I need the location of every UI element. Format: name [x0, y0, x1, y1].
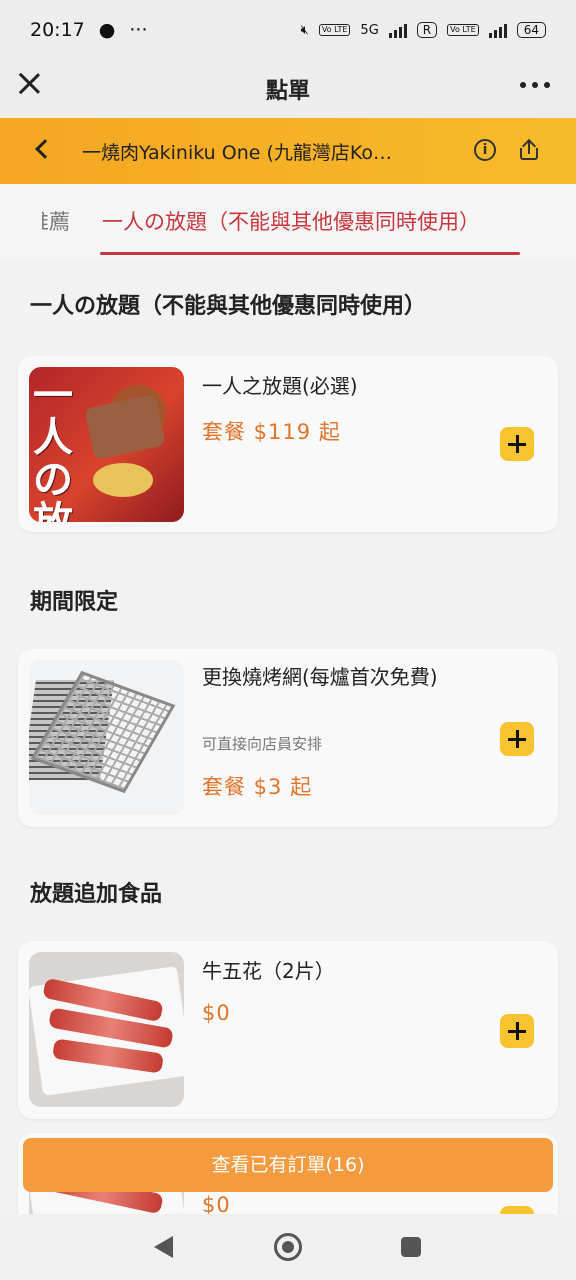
- clock: 20:17: [30, 19, 85, 41]
- menu-item-card[interactable]: 一人の放題 一人之放題(必選) 套餐 $119 起: [18, 356, 558, 532]
- item-price: 套餐 $3 起: [202, 775, 313, 799]
- tab-one-person-buffet[interactable]: 一人の放題（不能與其他優惠同時使用）: [102, 206, 480, 236]
- item-subtitle: 可直接向店員安排: [202, 735, 323, 753]
- title-bar: 點單: [0, 60, 576, 118]
- network-label: 5G: [360, 22, 379, 38]
- item-name: 更換燒烤網(每爐首次免費): [202, 665, 438, 689]
- more-icon[interactable]: [520, 82, 550, 88]
- nav-back-icon[interactable]: [154, 1236, 173, 1258]
- section-title: 期間限定: [30, 590, 119, 615]
- menu-list: 一人の放題（不能與其他優惠同時使用） 一人の放題 一人之放題(必選) 套餐 $1…: [0, 258, 576, 1214]
- tab-underline: [100, 252, 520, 255]
- share-icon[interactable]: [518, 138, 540, 162]
- volte-badge-2: Vo LTE: [447, 24, 479, 36]
- store-header: 一燒肉Yakiniku One (九龍灣店Ko… i: [0, 118, 576, 184]
- store-name: 一燒肉Yakiniku One (九龍灣店Ko…: [82, 142, 393, 164]
- item-name: 牛五花（2片）: [202, 959, 335, 983]
- item-image: [29, 660, 184, 815]
- menu-item-card[interactable]: 牛五花（2片） $0: [18, 941, 558, 1119]
- status-bar: 20:17 ● ··· 🔇︎ Vo LTE 5G R Vo LTE 64: [0, 0, 576, 60]
- item-image: 一人の放題: [29, 367, 184, 522]
- roaming-icon: R: [416, 22, 438, 38]
- mute-icon: 🔇︎: [300, 22, 309, 38]
- message-icon: ●: [98, 19, 116, 41]
- add-icon[interactable]: [500, 427, 534, 461]
- more-notifications-icon: ···: [129, 19, 148, 41]
- close-icon[interactable]: [16, 70, 42, 96]
- item-price: 套餐 $119 起: [202, 420, 341, 444]
- battery-icon: 64: [516, 22, 546, 38]
- section-title: 放題追加食品: [30, 882, 163, 907]
- view-orders-button[interactable]: 查看已有訂單(16): [23, 1138, 553, 1192]
- item-price: $0: [202, 1001, 231, 1025]
- item-name: 一人之放題(必選): [202, 374, 358, 398]
- section-title: 一人の放題（不能與其他優惠同時使用）: [30, 294, 427, 319]
- system-nav-bar: [0, 1214, 576, 1280]
- category-tabs: 推薦 一人の放題（不能與其他優惠同時使用）: [0, 184, 576, 258]
- item-price: $0: [202, 1193, 231, 1214]
- back-icon[interactable]: [35, 139, 55, 159]
- item-image: [29, 952, 184, 1107]
- info-icon[interactable]: i: [474, 139, 496, 161]
- nav-recent-icon[interactable]: [401, 1237, 421, 1257]
- page-title: 點單: [265, 79, 310, 104]
- add-icon[interactable]: [500, 1206, 534, 1214]
- add-icon[interactable]: [500, 722, 534, 756]
- signal-icon: [388, 22, 407, 38]
- volte-badge: Vo LTE: [318, 24, 351, 36]
- menu-item-card[interactable]: 更換燒烤網(每爐首次免費) 可直接向店員安排 套餐 $3 起: [18, 649, 558, 827]
- signal-icon-2: [488, 22, 507, 38]
- image-text: 一人の放題: [33, 373, 73, 522]
- nav-home-icon[interactable]: [274, 1233, 302, 1261]
- tab-recommended[interactable]: 推薦: [42, 206, 70, 236]
- add-icon[interactable]: [500, 1014, 534, 1048]
